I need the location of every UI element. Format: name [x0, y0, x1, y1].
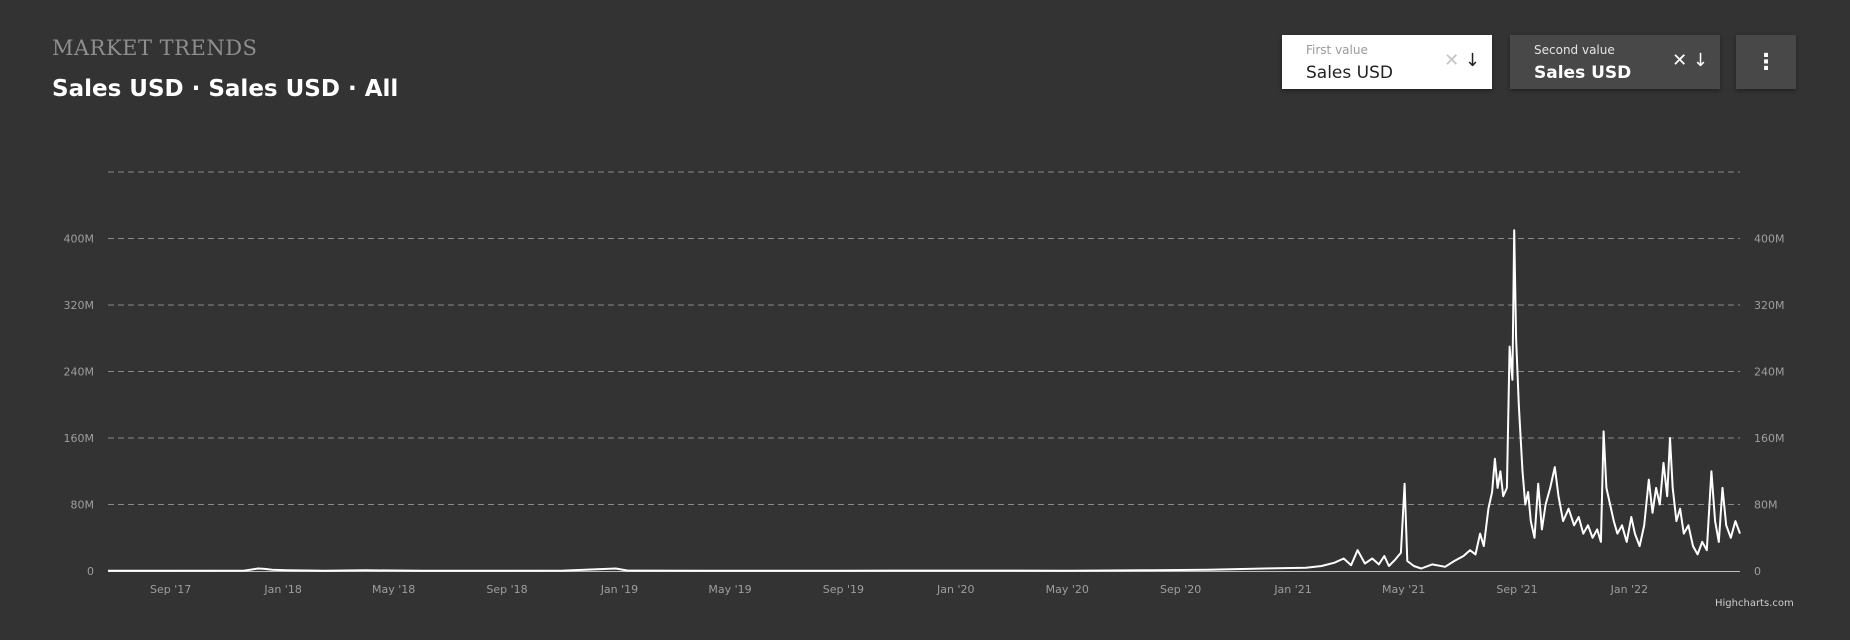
- x-tick-label: May '18: [372, 583, 415, 596]
- x-tick-label: Sep '21: [1496, 583, 1537, 596]
- grid-lines: [108, 171, 1740, 505]
- y-tick-label-right: 240M: [1754, 366, 1785, 379]
- x-tick-label: Sep '17: [150, 583, 191, 596]
- y-tick-label: 240M: [64, 366, 95, 379]
- x-tick-label: Jan '22: [1610, 583, 1648, 596]
- y-tick-label-right: 400M: [1754, 233, 1785, 246]
- sales-chart: 0 80M 160M 240M 320M 400M 0 80M 160M 240M 320M 400…: [64, 171, 1785, 596]
- y-tick-label-right: 80M: [1754, 499, 1778, 512]
- y-tick-label: 160M: [64, 432, 95, 445]
- x-tick-label: May '21: [1382, 583, 1425, 596]
- y-tick-label-right: 0: [1754, 565, 1761, 578]
- x-tick-label: May '20: [1046, 583, 1089, 596]
- series-layer: [108, 229, 1741, 572]
- y-tick-label: 320M: [64, 299, 95, 312]
- y-tick-label: 80M: [71, 499, 95, 512]
- x-axis: Sep '17 Jan '18 May '18 Sep '18 Jan '19 May '…: [108, 571, 1740, 596]
- x-tick-label: Jan '20: [936, 583, 974, 596]
- y-tick-label-right: 320M: [1754, 299, 1785, 312]
- series-line: [108, 229, 1741, 572]
- x-tick-label: May '19: [708, 583, 751, 596]
- x-tick-label: Sep '20: [1160, 583, 1201, 596]
- y-axis-right: 0 80M 160M 240M 320M 400M: [1754, 233, 1785, 579]
- x-tick-label: Sep '18: [486, 583, 527, 596]
- x-tick-label: Sep '19: [823, 583, 864, 596]
- credits-link[interactable]: Highcharts.com: [1715, 598, 1794, 609]
- x-tick-label: Jan '19: [600, 583, 638, 596]
- x-tick-label: Jan '21: [1273, 583, 1311, 596]
- y-tick-label: 0: [87, 565, 94, 578]
- y-tick-label: 400M: [64, 233, 95, 246]
- x-tick-label: Jan '18: [263, 583, 301, 596]
- y-axis-left: 0 80M 160M 240M 320M 400M: [64, 233, 95, 579]
- y-tick-label-right: 160M: [1754, 432, 1785, 445]
